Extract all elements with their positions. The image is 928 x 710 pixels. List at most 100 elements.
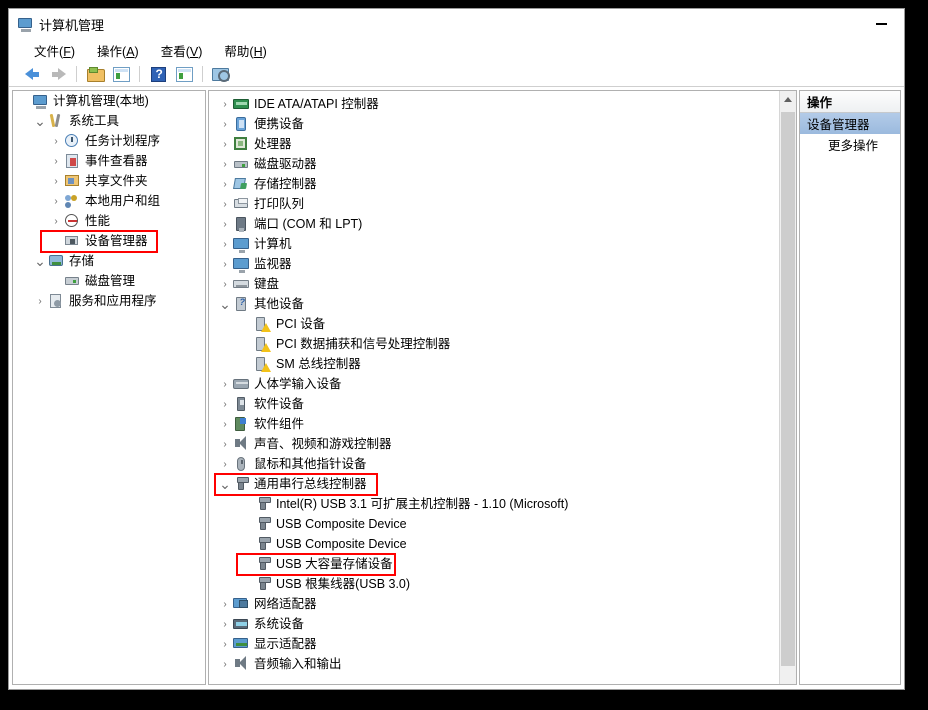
device-item-28[interactable]: › 音频输入和输出 [209, 654, 779, 674]
tree-item-7-label: 设备管理器 [85, 234, 148, 248]
menu-item-help[interactable]: 帮助(H) [213, 39, 277, 62]
device-item-24[interactable]: USB 根集线器(USB 3.0) [209, 574, 779, 594]
device-item-12[interactable]: PCI 数据捕获和信号处理控制器 [209, 334, 779, 354]
chevron-right-icon[interactable]: › [217, 394, 233, 414]
device-item-3[interactable]: › 磁盘驱动器 [209, 154, 779, 174]
back-button[interactable] [19, 63, 45, 85]
chevron-right-icon[interactable]: › [217, 214, 233, 234]
scan-hardware-button[interactable] [208, 63, 234, 85]
chevron-right-icon[interactable]: › [217, 234, 233, 254]
properties-icon [112, 66, 130, 82]
tree-item-4[interactable]: › 共享文件夹 [13, 171, 205, 191]
chevron-right-icon[interactable]: › [217, 614, 233, 634]
device-item-13[interactable]: SM 总线控制器 [209, 354, 779, 374]
chevron-right-icon[interactable]: › [217, 434, 233, 454]
device-item-21[interactable]: USB Composite Device [209, 514, 779, 534]
tree-item-9[interactable]: 磁盘管理 [13, 271, 205, 291]
device-item-5[interactable]: › 打印队列 [209, 194, 779, 214]
device-item-1[interactable]: › 便携设备 [209, 114, 779, 134]
tree-item-1[interactable]: ⌄ 系统工具 [13, 111, 205, 131]
tree-item-6[interactable]: › 性能 [13, 211, 205, 231]
device-item-18[interactable]: › 鼠标和其他指针设备 [209, 454, 779, 474]
chevron-down-icon[interactable]: ⌄ [32, 111, 48, 131]
scrollbar-track[interactable] [780, 108, 796, 684]
chevron-right-icon[interactable]: › [217, 274, 233, 294]
chevron-right-icon[interactable]: › [217, 454, 233, 474]
device-item-26[interactable]: › 系统设备 [209, 614, 779, 634]
show-hide-tree-button[interactable] [82, 63, 108, 85]
chevron-right-icon[interactable]: › [48, 191, 64, 211]
action-item-0[interactable]: 设备管理器 [800, 113, 900, 134]
tree-item-2-label: 任务计划程序 [85, 134, 161, 148]
device-item-11[interactable]: PCI 设备 [209, 314, 779, 334]
device-item-23[interactable]: USB 大容量存储设备 [209, 554, 779, 574]
scrollbar-thumb[interactable] [781, 112, 795, 666]
chevron-right-icon[interactable]: › [217, 374, 233, 394]
action-item-1[interactable]: 更多操作 [800, 134, 900, 155]
chevron-right-icon[interactable]: › [48, 151, 64, 171]
chevron-right-icon[interactable]: › [217, 114, 233, 134]
menu-item-action[interactable]: 操作(A) [86, 39, 150, 62]
menu-item-view[interactable]: 查看(V) [150, 39, 214, 62]
chevron-right-icon[interactable]: › [217, 134, 233, 154]
device-item-19[interactable]: ⌄ 通用串行总线控制器 [209, 474, 779, 494]
system-device-icon [233, 616, 249, 632]
disk-management-icon [64, 273, 80, 289]
chevron-right-icon[interactable]: › [48, 211, 64, 231]
details-button[interactable] [171, 63, 197, 85]
forward-button[interactable] [45, 63, 71, 85]
device-item-16[interactable]: › 软件组件 [209, 414, 779, 434]
tree-item-3[interactable]: › 事件查看器 [13, 151, 205, 171]
chevron-right-icon[interactable]: › [217, 174, 233, 194]
device-item-27[interactable]: › 显示适配器 [209, 634, 779, 654]
device-item-6[interactable]: › 端口 (COM 和 LPT) [209, 214, 779, 234]
device-item-9[interactable]: › 键盘 [209, 274, 779, 294]
menu-item-file[interactable]: 文件(F) [23, 39, 86, 62]
device-item-10[interactable]: ⌄ 其他设备 [209, 294, 779, 314]
device-item-20[interactable]: Intel(R) USB 3.1 可扩展主机控制器 - 1.10 (Micros… [209, 494, 779, 514]
chevron-right-icon[interactable]: › [217, 194, 233, 214]
help-button[interactable] [145, 63, 171, 85]
device-item-25[interactable]: › 网络适配器 [209, 594, 779, 614]
vertical-scrollbar[interactable] [779, 91, 796, 684]
chevron-right-icon[interactable]: › [217, 654, 233, 674]
device-item-2[interactable]: › 处理器 [209, 134, 779, 154]
tree-item-8[interactable]: ⌄ 存储 [13, 251, 205, 271]
chevron-right-icon[interactable]: › [217, 94, 233, 114]
tree-item-6-label: 性能 [85, 214, 111, 228]
minimize-button[interactable] [858, 9, 904, 39]
device-item-17[interactable]: › 声音、视频和游戏控制器 [209, 434, 779, 454]
scroll-up-button[interactable] [780, 91, 796, 108]
chevron-down-icon[interactable]: ⌄ [32, 251, 48, 271]
chevron-down-icon[interactable]: ⌄ [217, 474, 233, 494]
device-item-4[interactable]: › 存储控制器 [209, 174, 779, 194]
chevron-right-icon[interactable]: › [32, 291, 48, 311]
chevron-right-icon[interactable]: › [217, 594, 233, 614]
toolbar-separator [202, 66, 203, 82]
chevron-right-icon[interactable]: › [48, 171, 64, 191]
device-item-24-label: USB 根集线器(USB 3.0) [276, 577, 411, 591]
storage-controller-icon [233, 176, 249, 192]
chevron-right-icon[interactable]: › [48, 131, 64, 151]
tree-item-0[interactable]: 计算机管理(本地) [13, 91, 205, 111]
device-item-0[interactable]: › IDE ATA/ATAPI 控制器 [209, 94, 779, 114]
device-item-8[interactable]: › 监视器 [209, 254, 779, 274]
chevron-right-icon[interactable]: › [217, 254, 233, 274]
device-item-22[interactable]: USB Composite Device [209, 534, 779, 554]
properties-button[interactable] [108, 63, 134, 85]
tree-item-10[interactable]: › 服务和应用程序 [13, 291, 205, 311]
tree-item-0-label: 计算机管理(本地) [53, 94, 149, 108]
chevron-down-icon[interactable]: ⌄ [217, 294, 233, 314]
toolbar-separator [76, 66, 77, 82]
tree-item-5[interactable]: › 本地用户和组 [13, 191, 205, 211]
device-item-4-label: 存储控制器 [254, 177, 317, 191]
chevron-right-icon[interactable]: › [217, 634, 233, 654]
chevron-right-icon[interactable]: › [217, 154, 233, 174]
device-item-7[interactable]: › 计算机 [209, 234, 779, 254]
console-tree-pane: 计算机管理(本地) ⌄ 系统工具 › 任务计划程序 › 事件查看器 › 共享文件夹 › 本地用户和组… [12, 90, 206, 685]
tree-item-7[interactable]: 设备管理器 [13, 231, 205, 251]
device-item-15[interactable]: › 软件设备 [209, 394, 779, 414]
tree-item-2[interactable]: › 任务计划程序 [13, 131, 205, 151]
chevron-right-icon[interactable]: › [217, 414, 233, 434]
device-item-14[interactable]: › 人体学输入设备 [209, 374, 779, 394]
